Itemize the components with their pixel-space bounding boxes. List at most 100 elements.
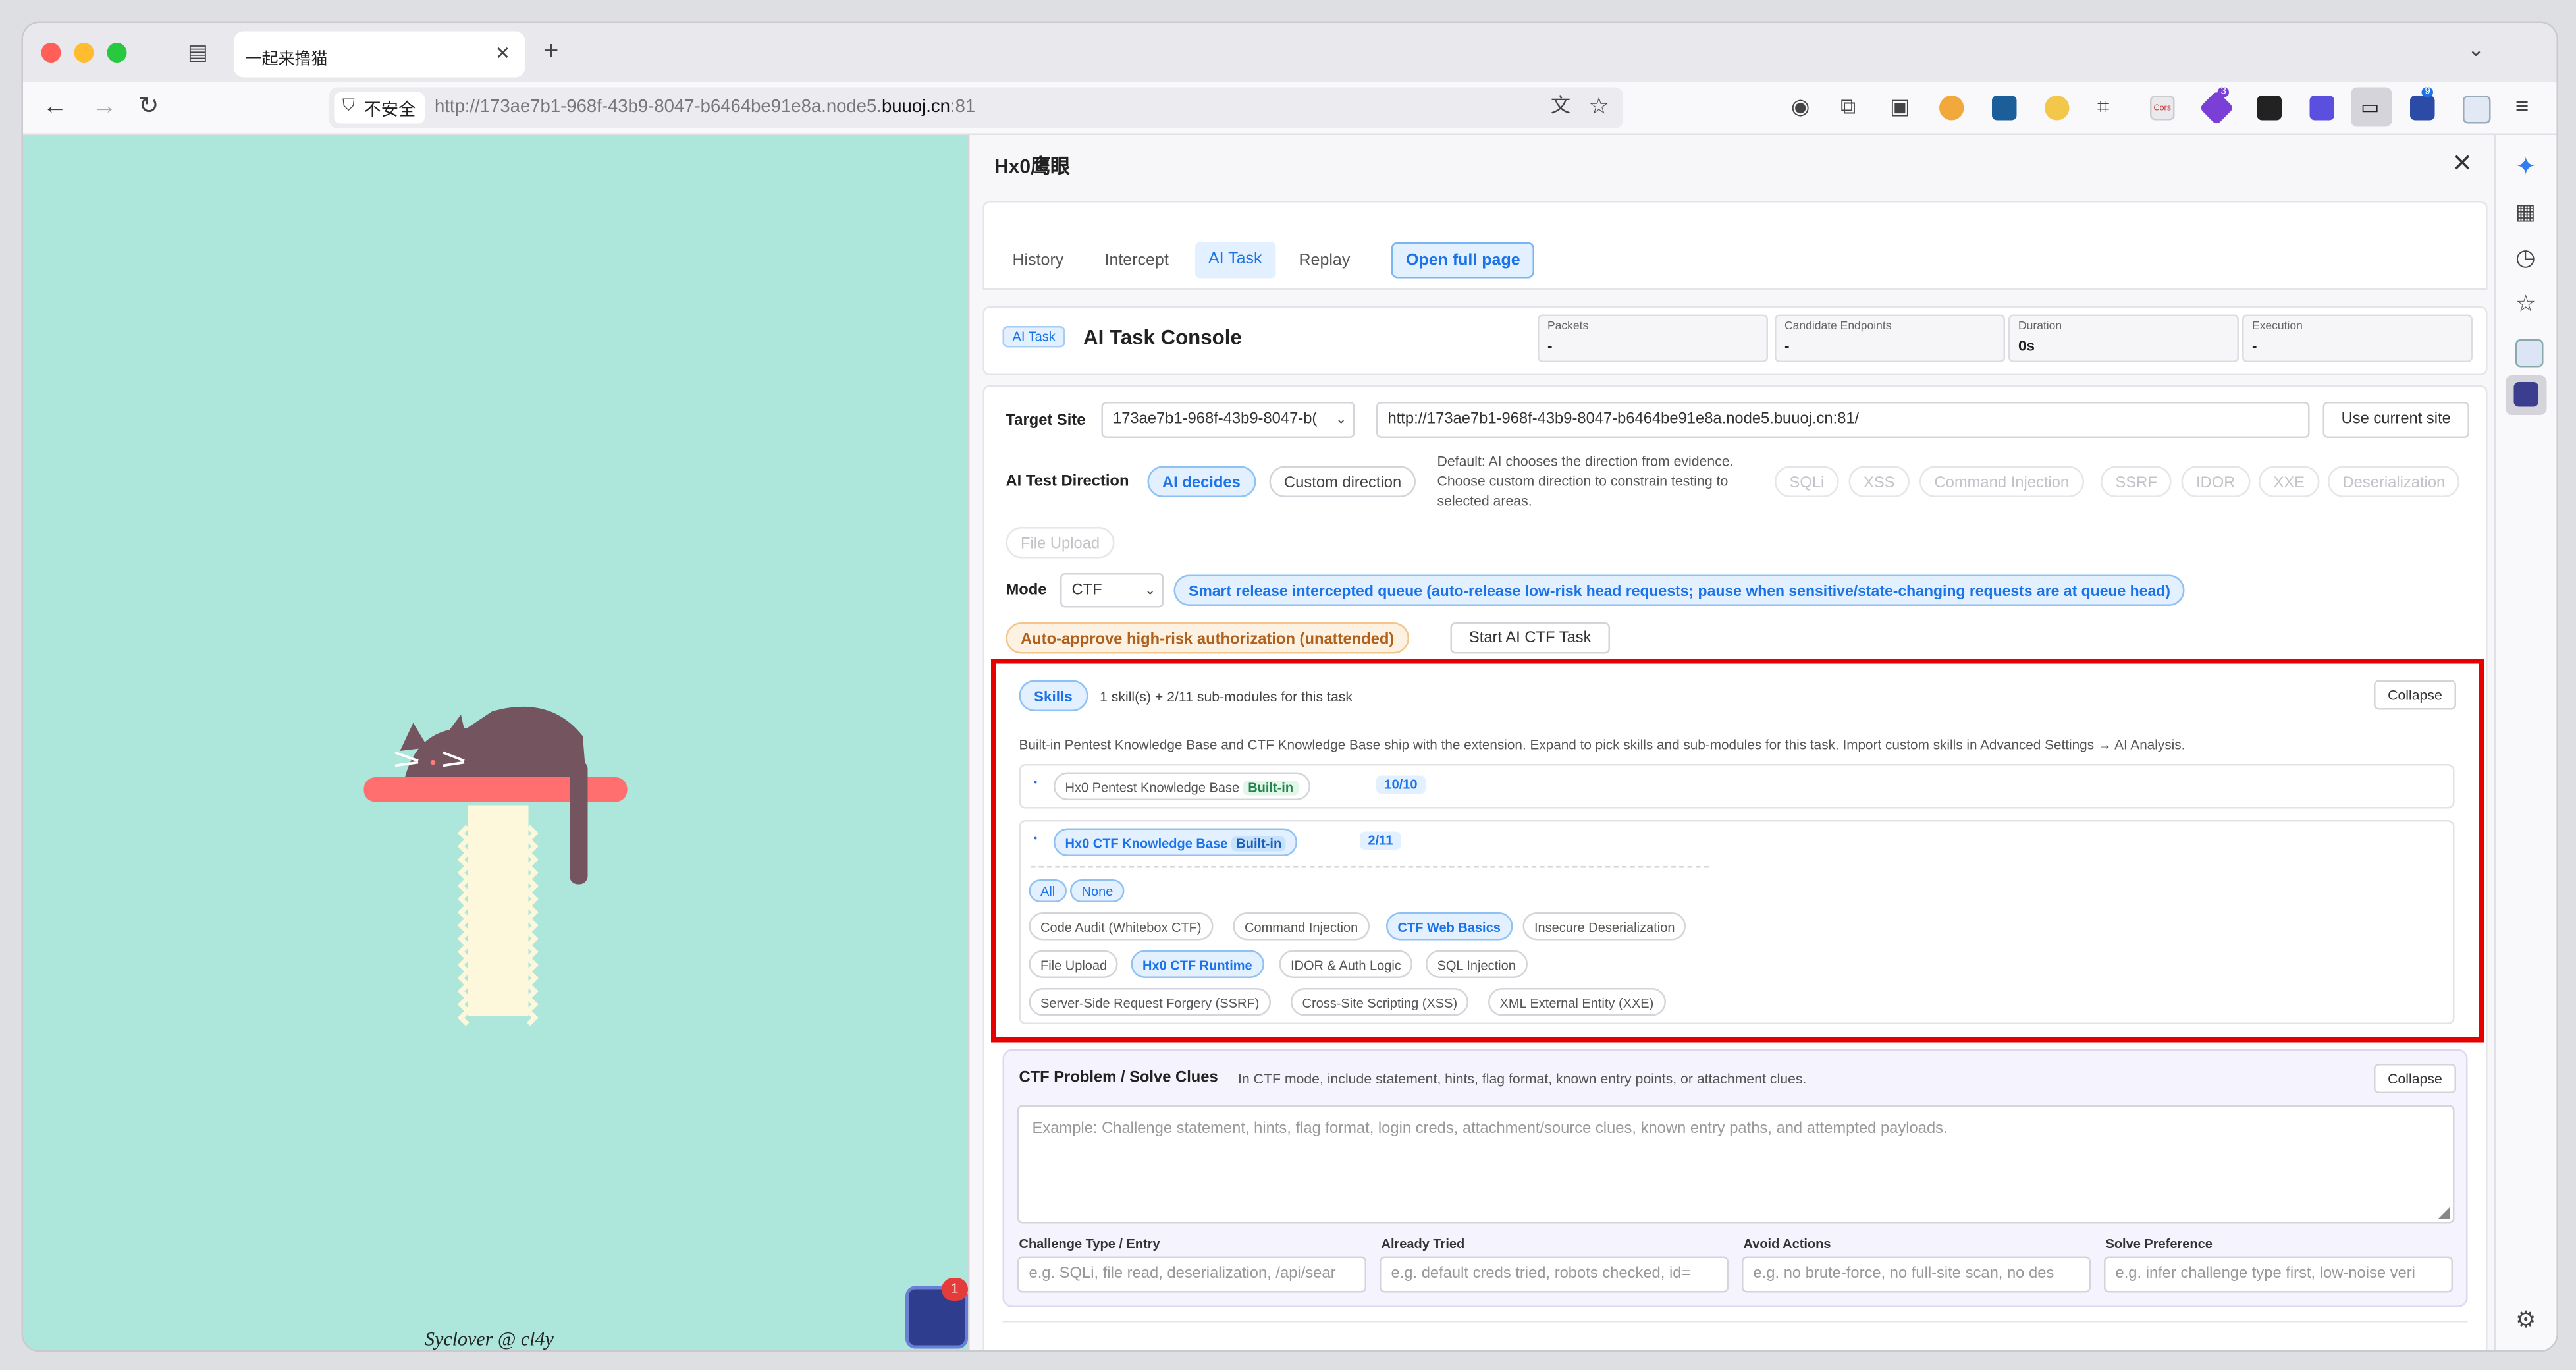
extension-robot-icon[interactable] — [2463, 96, 2491, 124]
ctf-statement-textarea[interactable]: Example: Challenge statement, hints, fla… — [1017, 1105, 2455, 1224]
sidebar-robot-icon[interactable] — [2515, 339, 2544, 368]
zoom-window-button[interactable] — [107, 43, 127, 63]
translate-icon[interactable]: 文 — [1551, 96, 1570, 115]
open-full-page-button[interactable]: Open full page — [1391, 242, 1536, 279]
browser-sidebar: ✦ ▦ ◷ ☆ ⚙ — [2494, 135, 2557, 1350]
target-site-label: Target Site — [1006, 412, 1086, 430]
tab-list-chevron-icon[interactable]: ⌄ — [2468, 40, 2484, 59]
expand-bullet-icon[interactable]: • — [1034, 835, 1037, 845]
select-all-button[interactable]: All — [1029, 879, 1067, 902]
sidebar-toggle-button[interactable]: ▭ — [2351, 87, 2392, 127]
smart-release-toggle[interactable]: Smart release intercepted queue (auto-re… — [1173, 574, 2186, 606]
extension-b-icon[interactable] — [2309, 96, 2334, 121]
account-icon[interactable]: ◉ — [1791, 96, 1810, 117]
module-code-audit[interactable]: Code Audit (Whitebox CTF) — [1029, 912, 1214, 941]
tab-history[interactable]: History — [1013, 252, 1064, 271]
direction-option-xxe[interactable]: XXE — [2259, 466, 2320, 497]
direction-option-idor[interactable]: IDOR — [2181, 466, 2250, 497]
new-tab-icon[interactable]: + — [543, 39, 558, 66]
module-command-injection[interactable]: Command Injection — [1233, 912, 1370, 941]
close-tab-icon[interactable]: ✕ — [495, 43, 510, 65]
extension-terminal-icon[interactable] — [1992, 96, 2017, 121]
tab-groups-icon[interactable]: ▤ — [188, 41, 208, 63]
skills-badge[interactable]: Skills — [1019, 680, 1088, 711]
already-tried-input[interactable]: e.g. default creds tried, robots checked… — [1380, 1256, 1729, 1293]
settings-gear-icon[interactable]: ⚙ — [2515, 1307, 2536, 1330]
tab-ai-task[interactable]: AI Task — [1195, 242, 1275, 279]
sidebar-hx0-button[interactable] — [2506, 375, 2547, 415]
security-indicator[interactable]: ⛉ 不安全 — [334, 92, 425, 124]
reload-icon[interactable]: ↻ — [138, 94, 159, 119]
custom-direction-toggle[interactable]: Custom direction — [1269, 466, 1416, 497]
menu-icon[interactable]: ≡ — [2515, 94, 2529, 117]
extension-figure-icon[interactable] — [2045, 96, 2070, 121]
auto-approve-toggle[interactable]: Auto-approve high-risk authorization (un… — [1006, 622, 1409, 654]
sparkle-icon[interactable]: ✦ — [2515, 155, 2536, 180]
extension-puzzle-icon[interactable]: ⧉ — [1840, 96, 1856, 117]
picture-in-picture-icon[interactable]: ▣ — [1890, 96, 1910, 117]
direction-option-command-injection[interactable]: Command Injection — [1919, 466, 2084, 497]
module-xss[interactable]: Cross-Site Scripting (XSS) — [1291, 988, 1469, 1016]
extension-cat-icon[interactable] — [2257, 96, 2282, 121]
ctf-collapse-button[interactable]: Collapse — [2374, 1064, 2456, 1093]
module-ssrf[interactable]: Server-Side Request Forgery (SSRF) — [1029, 988, 1271, 1016]
bookmarks-star-icon[interactable]: ☆ — [2515, 292, 2536, 315]
stat-duration: Duration 0s — [2008, 314, 2239, 362]
expand-bullet-icon[interactable]: • — [1034, 779, 1037, 789]
chevron-down-icon: ⌄ — [1335, 412, 1347, 427]
module-hx0-ctf-runtime[interactable]: Hx0 CTF Runtime — [1131, 950, 1264, 978]
challenge-type-input[interactable]: e.g. SQLi, file read, deserialization, /… — [1017, 1256, 1366, 1293]
mode-select[interactable]: CTF ⌄ — [1060, 573, 1164, 608]
module-ctf-web-basics[interactable]: CTF Web Basics — [1386, 912, 1513, 941]
close-window-button[interactable] — [41, 43, 61, 63]
direction-option-sqli[interactable]: SQLi — [1775, 466, 1839, 497]
tab-replay[interactable]: Replay — [1299, 252, 1351, 271]
stat-packets: Packets - — [1538, 314, 1768, 362]
target-site-select-value: 173ae7b1-968f-43b9-8047-b( — [1113, 410, 1318, 429]
extension-cors-icon[interactable]: Cors — [2150, 96, 2175, 121]
skills-collapse-button[interactable]: Collapse — [2374, 680, 2456, 710]
url-text[interactable]: http://173ae7b1-968f-43b9-8047-b6464be91… — [435, 97, 975, 117]
direction-option-xss[interactable]: XSS — [1848, 466, 1910, 497]
address-bar[interactable]: ⛉ 不安全 http://173ae7b1-968f-43b9-8047-b64… — [329, 87, 1623, 128]
cat-body — [405, 706, 586, 777]
kb-pentest-chip[interactable]: Hx0 Pentest Knowledge Base Built-in — [1054, 772, 1310, 800]
sidebar-screenshot-icon[interactable]: ▦ — [2515, 201, 2536, 223]
module-file-upload[interactable]: File Upload — [1029, 950, 1119, 978]
extension-tag-icon[interactable] — [2199, 90, 2234, 126]
bookmark-star-icon[interactable]: ☆ — [1589, 94, 1609, 117]
extension-capsule-icon[interactable] — [2410, 96, 2435, 121]
module-xxe[interactable]: XML External Entity (XXE) — [1488, 988, 1665, 1016]
extension-bee-icon[interactable] — [1939, 96, 1964, 121]
select-none-button[interactable]: None — [1070, 879, 1125, 902]
kb-pentest-row[interactable]: • Hx0 Pentest Knowledge Base Built-in 10… — [1019, 764, 2455, 809]
ctf-problem-section: CTF Problem / Solve Clues In CTF mode, i… — [1002, 1049, 2468, 1307]
close-panel-icon[interactable]: ✕ — [2452, 148, 2473, 178]
direction-option-file-upload[interactable]: File Upload — [1006, 527, 1115, 559]
module-insecure-deserialization[interactable]: Insecure Deserialization — [1522, 912, 1686, 941]
module-sql-injection[interactable]: SQL Injection — [1426, 950, 1528, 978]
minimize-window-button[interactable] — [74, 43, 94, 63]
tab-intercept[interactable]: Intercept — [1105, 252, 1169, 271]
kb-ctf-count: 2/11 — [1360, 831, 1401, 850]
target-url-input[interactable]: http://173ae7b1-968f-43b9-8047-b6464be91… — [1376, 402, 2310, 438]
forward-icon[interactable]: → — [92, 94, 117, 119]
direction-option-deserialization[interactable]: Deserialization — [2328, 466, 2460, 497]
start-ai-ctf-task-button[interactable]: Start AI CTF Task — [1450, 622, 1610, 654]
kb-pentest-count: 10/10 — [1376, 775, 1426, 794]
crop-icon[interactable]: ⌗ — [2097, 96, 2109, 117]
history-clock-icon[interactable]: ◷ — [2515, 246, 2536, 269]
direction-option-ssrf[interactable]: SSRF — [2101, 466, 2172, 497]
kb-ctf-chip[interactable]: Hx0 CTF Knowledge Base Built-in — [1054, 828, 1299, 856]
target-site-select[interactable]: 173ae7b1-968f-43b9-8047-b( ⌄ — [1101, 402, 1355, 438]
kb-pentest-name: Hx0 Pentest Knowledge Base — [1065, 781, 1240, 796]
security-label: 不安全 — [363, 100, 416, 121]
back-icon[interactable]: ← — [43, 94, 68, 119]
solve-preference-input[interactable]: e.g. infer challenge type first, low-noi… — [2104, 1256, 2453, 1293]
use-current-site-button[interactable]: Use current site — [2322, 402, 2469, 438]
ai-decides-toggle[interactable]: AI decides — [1147, 466, 1256, 497]
browser-tab[interactable]: 一起来撸猫 ✕ — [234, 31, 525, 78]
avoid-actions-input[interactable]: e.g. no brute-force, no full-site scan, … — [1742, 1256, 2091, 1293]
resize-handle-icon[interactable]: ◢ — [2438, 1204, 2450, 1222]
module-idor-auth-logic[interactable]: IDOR & Auth Logic — [1279, 950, 1413, 978]
